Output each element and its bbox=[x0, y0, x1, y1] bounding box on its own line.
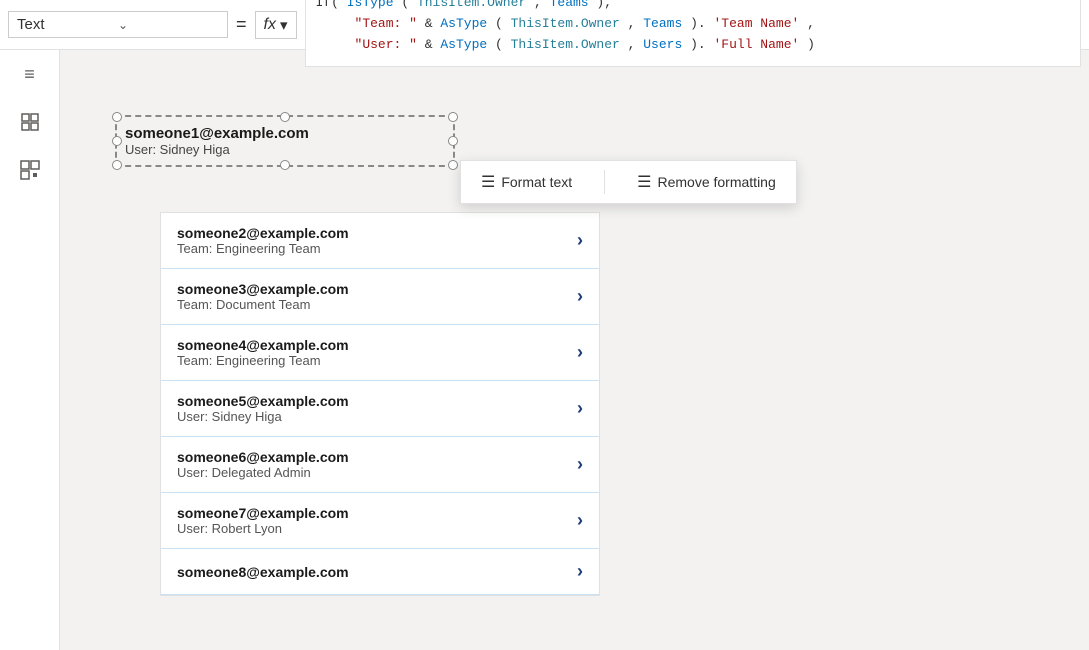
list-item-sub: Team: Document Team bbox=[177, 297, 577, 312]
list-item-text: someone8@example.com bbox=[177, 564, 577, 580]
list-item-chevron-icon: › bbox=[577, 342, 583, 363]
list-item[interactable]: someone7@example.comUser: Robert Lyon› bbox=[161, 493, 599, 549]
list-item[interactable]: someone6@example.comUser: Delegated Admi… bbox=[161, 437, 599, 493]
format-text-icon: ☰ bbox=[481, 172, 495, 192]
list-item-text: someone4@example.comTeam: Engineering Te… bbox=[177, 337, 577, 368]
canvas-area: someone1@example.com User: Sidney Higa ☰… bbox=[60, 50, 1029, 650]
list-item-email: someone8@example.com bbox=[177, 564, 577, 580]
sidebar-components-icon[interactable] bbox=[14, 154, 46, 186]
text-type-dropdown[interactable]: Text ⌄ bbox=[8, 11, 228, 38]
remove-formatting-icon: ☰ bbox=[637, 172, 651, 192]
sidebar-menu-icon[interactable]: ≡ bbox=[14, 58, 46, 90]
list-item-email: someone5@example.com bbox=[177, 393, 577, 409]
list-item[interactable]: someone2@example.comTeam: Engineering Te… bbox=[161, 213, 599, 269]
handle-bl[interactable] bbox=[112, 160, 122, 170]
selected-text-control[interactable]: someone1@example.com User: Sidney Higa bbox=[115, 115, 455, 167]
list-item[interactable]: someone5@example.comUser: Sidney Higa› bbox=[161, 381, 599, 437]
list-item-sub: Team: Engineering Team bbox=[177, 241, 577, 256]
list-item-chevron-icon: › bbox=[577, 561, 583, 582]
handle-tm[interactable] bbox=[280, 112, 290, 122]
equals-symbol: = bbox=[236, 14, 247, 35]
list-item-email: someone3@example.com bbox=[177, 281, 577, 297]
text-type-label: Text bbox=[17, 16, 118, 33]
format-text-button[interactable]: ☰ Format text bbox=[473, 168, 580, 196]
list-item-chevron-icon: › bbox=[577, 398, 583, 419]
formula-line-2: "Team: " & AsType ( ThisItem.Owner , Tea… bbox=[316, 14, 1071, 35]
sidebar-layers-icon[interactable] bbox=[14, 106, 46, 138]
remove-formatting-button[interactable]: ☰ Remove formatting bbox=[629, 168, 784, 196]
handle-br[interactable] bbox=[448, 160, 458, 170]
list-item-email: someone2@example.com bbox=[177, 225, 577, 241]
selected-email: someone1@example.com bbox=[125, 125, 445, 142]
list-item-chevron-icon: › bbox=[577, 454, 583, 475]
fx-button[interactable]: fx ▾ bbox=[255, 11, 297, 39]
list-item-text: someone3@example.comTeam: Document Team bbox=[177, 281, 577, 312]
handle-mr[interactable] bbox=[448, 136, 458, 146]
list-item-text: someone5@example.comUser: Sidney Higa bbox=[177, 393, 577, 424]
list-item-email: someone4@example.com bbox=[177, 337, 577, 353]
fx-icon: fx bbox=[264, 16, 276, 34]
format-popup-divider bbox=[604, 170, 605, 194]
list-item-sub: User: Delegated Admin bbox=[177, 465, 577, 480]
handle-tr[interactable] bbox=[448, 112, 458, 122]
handle-bm[interactable] bbox=[280, 160, 290, 170]
formula-line-1: If( IsType ( ThisItem.Owner , Teams ), bbox=[316, 0, 1071, 14]
format-text-label: Format text bbox=[501, 174, 572, 190]
list-item[interactable]: someone8@example.com› bbox=[161, 549, 599, 595]
list-item-chevron-icon: › bbox=[577, 510, 583, 531]
data-list: someone2@example.comTeam: Engineering Te… bbox=[160, 212, 600, 596]
format-popup: ☰ Format text ☰ Remove formatting bbox=[460, 160, 797, 204]
list-item-text: someone7@example.comUser: Robert Lyon bbox=[177, 505, 577, 536]
dropdown-arrow-icon: ⌄ bbox=[118, 18, 219, 32]
formula-bar[interactable]: If( IsType ( ThisItem.Owner , Teams ), "… bbox=[305, 0, 1082, 67]
selected-sub: User: Sidney Higa bbox=[125, 142, 445, 157]
toolbar: Text ⌄ = fx ▾ If( IsType ( ThisItem.Owne… bbox=[0, 0, 1089, 50]
list-item-text: someone2@example.comTeam: Engineering Te… bbox=[177, 225, 577, 256]
formula-line-3: "User: " & AsType ( ThisItem.Owner , Use… bbox=[316, 35, 1071, 56]
list-item-chevron-icon: › bbox=[577, 286, 583, 307]
list-item-text: someone6@example.comUser: Delegated Admi… bbox=[177, 449, 577, 480]
list-item[interactable]: someone3@example.comTeam: Document Team› bbox=[161, 269, 599, 325]
list-item-sub: User: Sidney Higa bbox=[177, 409, 577, 424]
formula-content: If( IsType ( ThisItem.Owner , Teams ), "… bbox=[316, 0, 1071, 60]
main-area: ≡ bbox=[0, 50, 1089, 650]
remove-formatting-label: Remove formatting bbox=[657, 174, 775, 190]
list-item-email: someone6@example.com bbox=[177, 449, 577, 465]
list-item-chevron-icon: › bbox=[577, 230, 583, 251]
list-item-sub: Team: Engineering Team bbox=[177, 353, 577, 368]
list-item-sub: User: Robert Lyon bbox=[177, 521, 577, 536]
list-item-email: someone7@example.com bbox=[177, 505, 577, 521]
fx-arrow-icon: ▾ bbox=[280, 16, 288, 34]
handle-ml[interactable] bbox=[112, 136, 122, 146]
list-item[interactable]: someone4@example.comTeam: Engineering Te… bbox=[161, 325, 599, 381]
sidebar: ≡ bbox=[0, 50, 60, 650]
right-panel bbox=[1029, 50, 1089, 650]
handle-tl[interactable] bbox=[112, 112, 122, 122]
